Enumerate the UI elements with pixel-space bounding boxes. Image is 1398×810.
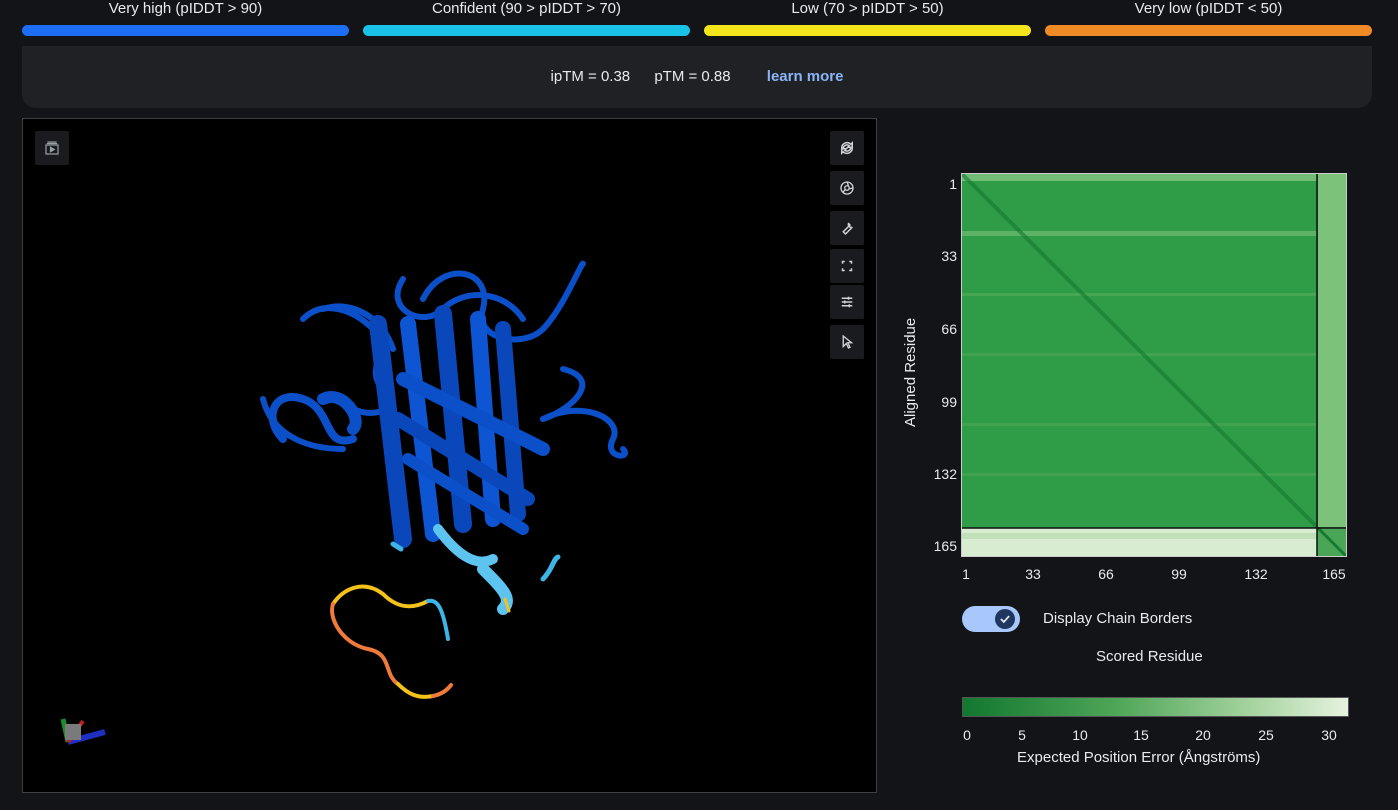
x-tick: 165 <box>1322 566 1346 582</box>
legend-bar <box>363 25 690 36</box>
toggle-label: Display Chain Borders <box>1043 610 1193 627</box>
colorbar-tick: 5 <box>1018 727 1026 743</box>
y-tick: 99 <box>941 394 957 410</box>
legend-confident: Confident (90 > pIDDT > 70) <box>363 0 690 40</box>
legend-bar <box>704 25 1031 36</box>
score-bar: ipTM = 0.38 pTM = 0.88 learn more <box>22 46 1372 108</box>
legend-label: Confident (90 > pIDDT > 70) <box>432 0 621 17</box>
x-axis-title: Scored Residue <box>1096 648 1203 665</box>
iptm-score: ipTM = 0.38 <box>550 68 631 85</box>
ptm-score: pTM = 0.88 <box>654 68 731 85</box>
y-tick: 1 <box>949 176 957 192</box>
plddt-legend: Very high (pIDDT > 90) Confident (90 > p… <box>22 0 1372 40</box>
chain-borders-toggle[interactable] <box>962 606 1020 632</box>
legend-bar <box>22 25 349 36</box>
x-tick: 1 <box>962 566 970 582</box>
colorbar-tick: 15 <box>1133 727 1149 743</box>
x-tick: 132 <box>1244 566 1268 582</box>
pae-plot-panel: Aligned Residue 1 33 66 99 132 165 1 33 … <box>890 160 1390 780</box>
colorbar-tick: 30 <box>1321 727 1337 743</box>
x-tick: 66 <box>1098 566 1114 582</box>
y-tick: 66 <box>941 321 957 337</box>
y-tick: 165 <box>933 538 957 554</box>
structure-viewer[interactable] <box>22 118 877 793</box>
colorbar-tick: 25 <box>1258 727 1274 743</box>
legend-label: Very high (pIDDT > 90) <box>108 0 263 17</box>
protein-structure[interactable] <box>23 119 876 792</box>
pae-colorbar <box>962 697 1349 717</box>
legend-label: Low (70 > pIDDT > 50) <box>791 0 944 17</box>
y-tick: 33 <box>941 248 957 264</box>
legend-very-low: Very low (pIDDT < 50) <box>1045 0 1372 40</box>
legend-label: Very low (pIDDT < 50) <box>1134 0 1283 17</box>
y-tick: 132 <box>933 466 957 482</box>
colorbar-tick: 20 <box>1195 727 1211 743</box>
colorbar-tick: 0 <box>963 727 971 743</box>
x-tick: 99 <box>1171 566 1187 582</box>
pae-heatmap[interactable] <box>961 173 1347 557</box>
legend-low: Low (70 > pIDDT > 50) <box>704 0 1031 40</box>
learn-more-link[interactable]: learn more <box>767 68 844 85</box>
colorbar-tick: 10 <box>1072 727 1088 743</box>
legend-very-high: Very high (pIDDT > 90) <box>22 0 349 40</box>
colorbar-title: Expected Position Error (Ångströms) <box>1017 749 1261 766</box>
x-tick: 33 <box>1025 566 1041 582</box>
check-icon <box>995 609 1015 629</box>
legend-bar <box>1045 25 1372 36</box>
